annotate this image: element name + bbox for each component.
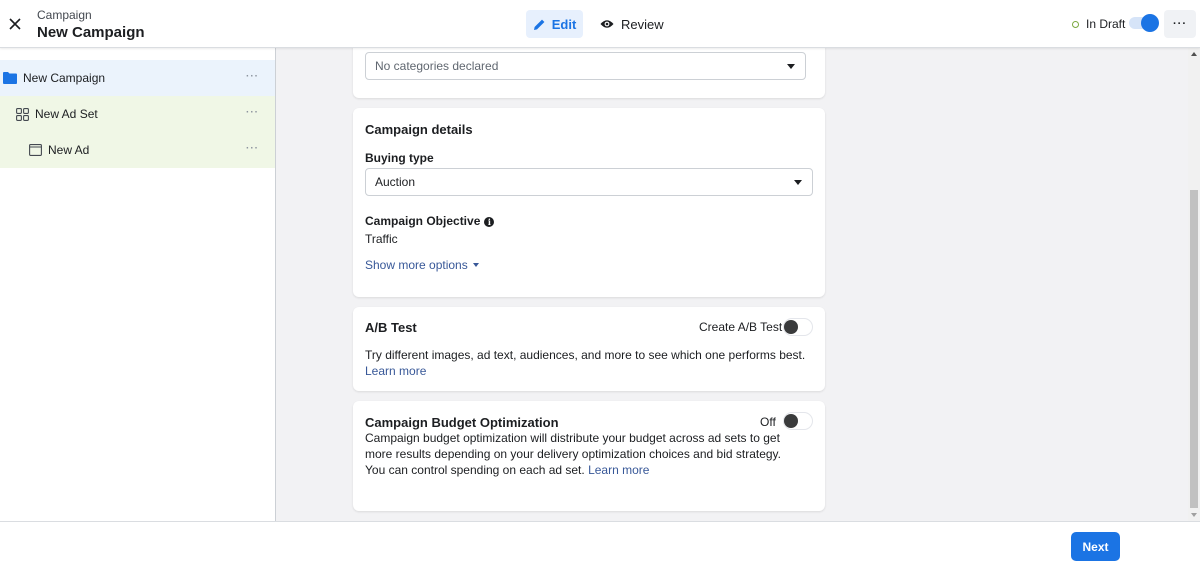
more-icon: ··· bbox=[1173, 18, 1187, 30]
toggle-knob bbox=[784, 320, 798, 334]
edit-label: Edit bbox=[551, 16, 577, 32]
scroll-thumb[interactable] bbox=[1190, 190, 1198, 508]
campaign-details-title: Campaign details bbox=[365, 122, 473, 137]
page-title: New Campaign bbox=[37, 24, 145, 41]
ab-test-description: Try different images, ad text, audiences… bbox=[365, 347, 815, 379]
show-more-label: Show more options bbox=[365, 258, 468, 272]
eye-icon bbox=[600, 20, 614, 28]
top-bar: Campaign New Campaign Edit Review In Dra… bbox=[0, 0, 1200, 48]
categories-select-value: No categories declared bbox=[375, 59, 499, 73]
ab-test-card: A/B Test Create A/B Test Try different i… bbox=[353, 307, 825, 391]
pencil-icon bbox=[533, 19, 545, 30]
buying-type-label: Buying type bbox=[365, 151, 434, 165]
budget-description-line-1: Campaign budget optimization will distri… bbox=[365, 431, 780, 445]
close-button[interactable] bbox=[6, 14, 24, 34]
campaign-details-card: Campaign details Buying type Auction Cam… bbox=[353, 108, 825, 297]
learn-more-part-2: more bbox=[399, 364, 427, 378]
folder-icon bbox=[3, 72, 17, 84]
show-more-options-link[interactable]: Show more options bbox=[365, 257, 480, 273]
create-ab-test-toggle[interactable] bbox=[783, 318, 813, 336]
tree-item-more-button[interactable]: ··· bbox=[246, 143, 259, 154]
objective-label-row: Campaign Objective i bbox=[365, 214, 495, 228]
edit-mode-button[interactable]: Edit bbox=[526, 10, 583, 38]
status-text: In Draft bbox=[1086, 17, 1126, 31]
scroll-down-arrow-icon[interactable] bbox=[1191, 513, 1197, 517]
footer-bar: Next bbox=[0, 521, 1200, 565]
chevron-down-icon bbox=[794, 180, 802, 185]
tree-item-more-button[interactable]: ··· bbox=[246, 71, 259, 82]
grid-icon bbox=[16, 107, 29, 121]
status-dot-icon bbox=[1072, 20, 1079, 28]
ab-test-learn-more-link[interactable]: Learn more bbox=[365, 364, 426, 378]
close-icon bbox=[9, 18, 21, 30]
editor-content: No categories declared Campaign details … bbox=[276, 48, 1188, 521]
objective-label: Campaign Objective bbox=[365, 214, 481, 228]
review-mode-button[interactable]: Review bbox=[596, 10, 668, 38]
ab-test-description-text: Try different images, ad text, audiences… bbox=[365, 348, 806, 362]
review-label: Review bbox=[621, 16, 664, 32]
learn-more-part-1: Learn bbox=[365, 364, 396, 378]
content-scrollbar[interactable] bbox=[1188, 48, 1200, 521]
info-icon[interactable]: i bbox=[484, 217, 495, 227]
tree-item-adset[interactable]: New Ad Set ··· bbox=[0, 96, 275, 132]
special-categories-card: No categories declared bbox=[353, 48, 825, 98]
tree-item-ad[interactable]: New Ad ··· bbox=[0, 132, 275, 168]
budget-optimization-title: Campaign Budget Optimization bbox=[365, 415, 559, 430]
campaign-toggle[interactable] bbox=[1129, 14, 1159, 32]
title-block: Campaign New Campaign bbox=[37, 8, 145, 42]
categories-select[interactable]: No categories declared bbox=[365, 52, 806, 80]
tree-item-campaign[interactable]: New Campaign ··· bbox=[0, 60, 275, 96]
budget-learn-more-link[interactable]: Learn more bbox=[588, 463, 649, 477]
budget-optimization-toggle[interactable] bbox=[783, 412, 813, 430]
budget-optimization-toggle-label: Off bbox=[760, 415, 776, 429]
budget-optimization-description: Campaign budget optimization will distri… bbox=[365, 430, 785, 478]
toggle-knob bbox=[784, 414, 798, 428]
tree-item-label: New Ad bbox=[48, 143, 90, 157]
campaign-tree-sidebar: New Campaign ··· New Ad Set ··· New Ad ·… bbox=[0, 48, 276, 521]
ab-test-title: A/B Test bbox=[365, 320, 417, 335]
buying-type-select[interactable]: Auction bbox=[365, 168, 813, 196]
objective-value: Traffic bbox=[365, 232, 398, 246]
buying-type-value: Auction bbox=[375, 175, 416, 189]
budget-optimization-card: Campaign Budget Optimization Off Campaig… bbox=[353, 401, 825, 511]
caret-down-icon bbox=[473, 263, 480, 267]
tree-item-label: New Campaign bbox=[23, 71, 106, 85]
next-button[interactable]: Next bbox=[1071, 532, 1120, 561]
create-ab-test-label: Create A/B Test bbox=[699, 320, 783, 334]
budget-description-line-3: You can control spending on each ad set. bbox=[365, 463, 585, 477]
scroll-up-arrow-icon[interactable] bbox=[1191, 52, 1197, 56]
more-options-button[interactable]: ··· bbox=[1164, 10, 1196, 38]
chevron-down-icon bbox=[787, 64, 795, 69]
toggle-knob bbox=[1141, 14, 1159, 32]
tree-item-more-button[interactable]: ··· bbox=[246, 107, 259, 118]
ad-frame-icon bbox=[29, 144, 42, 156]
breadcrumb-label: Campaign bbox=[37, 8, 92, 22]
budget-description-line-2: more results depending on your delivery … bbox=[365, 447, 782, 461]
status-badge: In Draft bbox=[1072, 17, 1125, 31]
tree-item-label: New Ad Set bbox=[35, 107, 98, 121]
